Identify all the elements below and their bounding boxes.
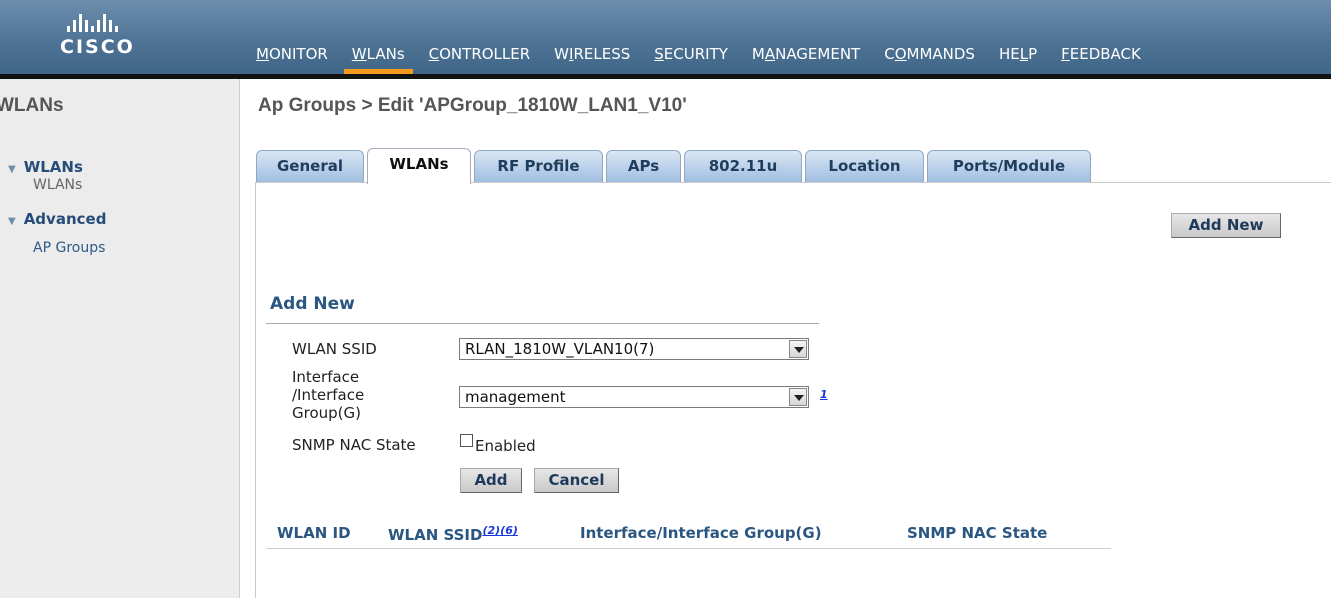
tab-aps[interactable]: APs xyxy=(606,150,681,183)
nav-label-rest: P xyxy=(1028,45,1038,63)
dropdown-arrow-icon xyxy=(789,340,807,358)
interface-select[interactable]: management xyxy=(459,386,809,408)
cancel-button[interactable]: Cancel xyxy=(534,468,619,493)
dropdown-arrow-icon xyxy=(789,388,807,406)
table-header-divider xyxy=(266,548,1111,549)
tab-ports-module[interactable]: Ports/Module xyxy=(927,150,1091,183)
nav-accesskey: A xyxy=(764,45,776,63)
nav-monitor[interactable]: MONITOR xyxy=(244,46,340,74)
sidebar-item-ap-groups[interactable]: AP Groups xyxy=(33,240,105,256)
tab-wlans[interactable]: WLANs xyxy=(367,148,471,184)
interface-label-line: Interface xyxy=(292,368,360,386)
nav-label-rest: RELESS xyxy=(573,45,631,63)
column-header-interface: Interface/Interface Group(G) xyxy=(580,524,822,542)
cisco-logo: CISCO xyxy=(60,14,170,64)
nav-security[interactable]: SECURITY xyxy=(642,46,740,74)
nav-label-rest: ONTROLLER xyxy=(439,45,531,63)
nav-accesskey: S xyxy=(654,45,664,63)
sidebar-section-advanced[interactable]: ▼ Advanced xyxy=(8,210,106,228)
nav-controller[interactable]: CONTROLLER xyxy=(417,46,543,74)
tab-location[interactable]: Location xyxy=(805,150,924,183)
nav-label-rest: ECURITY xyxy=(663,45,728,63)
nav-label-prefix: W xyxy=(554,45,570,63)
nav-label-rest: EEDBACK xyxy=(1069,45,1141,63)
interface-help-link[interactable]: 1 xyxy=(820,388,828,401)
nav-accesskey: F xyxy=(1061,45,1070,63)
wlan-ssid-footnote-link[interactable]: (2)(6) xyxy=(482,524,517,537)
add-new-button[interactable]: Add New xyxy=(1171,213,1281,238)
tab-802-11u[interactable]: 802.11u xyxy=(684,150,802,183)
page-title: Ap Groups > Edit 'APGroup_1810W_LAN1_V10… xyxy=(258,95,687,116)
sidebar-section-wlans[interactable]: ▼ WLANs xyxy=(8,158,83,176)
tab-rf-profile[interactable]: RF Profile xyxy=(474,150,603,183)
column-header-snmp-nac-state: SNMP NAC State xyxy=(907,524,1048,542)
cisco-logo-text: CISCO xyxy=(60,36,135,58)
interface-label-line: Group(G) xyxy=(292,404,361,422)
interface-label-line: /Interface xyxy=(292,386,365,404)
nav-wlans[interactable]: WLANs xyxy=(340,46,417,74)
main-navigation: MONITOR WLANs CONTROLLER WIRELESS SECURITY MA… xyxy=(244,46,1153,74)
content-border xyxy=(255,182,256,598)
nav-accesskey: W xyxy=(351,45,367,63)
expanded-triangle-icon: ▼ xyxy=(8,216,16,227)
nav-accesskey: O xyxy=(894,45,907,63)
section-divider xyxy=(266,323,819,324)
column-header-wlan-ssid: WLAN SSID(2)(6) xyxy=(388,524,518,544)
nav-accesskey: M xyxy=(256,45,269,63)
wlan-ssid-select[interactable]: RLAN_1810W_VLAN10(7) xyxy=(459,338,809,360)
add-new-section-title: Add New xyxy=(270,294,355,314)
tab-general[interactable]: General xyxy=(256,150,364,183)
expanded-triangle-icon: ▼ xyxy=(8,164,16,175)
sidebar: WLANs ▼ WLANs WLANs ▼ Advanced AP Groups xyxy=(0,79,240,598)
interface-label: Interface /Interface Group(G) xyxy=(292,368,364,422)
interface-value: management xyxy=(465,388,566,406)
column-header-wlan-id: WLAN ID xyxy=(277,524,351,542)
nav-help[interactable]: HELP xyxy=(987,46,1049,74)
nav-feedback[interactable]: FEEDBACK xyxy=(1049,46,1153,74)
add-button[interactable]: Add xyxy=(460,468,522,493)
snmp-nac-enabled-label: Enabled xyxy=(475,437,536,455)
top-header-bar: CISCO MONITOR WLANs CONTROLLER WIRELESS SECU… xyxy=(0,0,1331,78)
sidebar-section-label: Advanced xyxy=(23,210,107,228)
nav-label-prefix: C xyxy=(884,45,895,63)
snmp-nac-state-label: SNMP NAC State xyxy=(292,436,416,454)
nav-management[interactable]: MANAGEMENT xyxy=(740,46,872,74)
nav-accesskey: C xyxy=(428,45,440,63)
sidebar-section-label: WLANs xyxy=(23,158,83,176)
cisco-logo-bars-icon xyxy=(67,14,170,32)
column-header-wlan-ssid-label: WLAN SSID xyxy=(388,526,483,544)
nav-label-rest: MMANDS xyxy=(906,45,975,63)
nav-commands[interactable]: COMMANDS xyxy=(872,46,987,74)
sidebar-title: WLANs xyxy=(0,95,64,116)
nav-wireless[interactable]: WIRELESS xyxy=(542,46,642,74)
nav-label-rest: ONITOR xyxy=(268,45,328,63)
wlan-ssid-label: WLAN SSID xyxy=(292,340,377,358)
nav-label-rest: LANs xyxy=(366,45,405,63)
nav-label-rest: NAGEMENT xyxy=(775,45,861,63)
nav-accesskey: L xyxy=(1019,45,1029,63)
snmp-nac-enabled-checkbox[interactable] xyxy=(460,434,473,447)
sidebar-item-wlans[interactable]: WLANs xyxy=(33,177,82,193)
nav-label-prefix: HE xyxy=(998,45,1020,63)
nav-label-prefix: M xyxy=(751,45,765,63)
wlan-ssid-value: RLAN_1810W_VLAN10(7) xyxy=(465,340,655,358)
